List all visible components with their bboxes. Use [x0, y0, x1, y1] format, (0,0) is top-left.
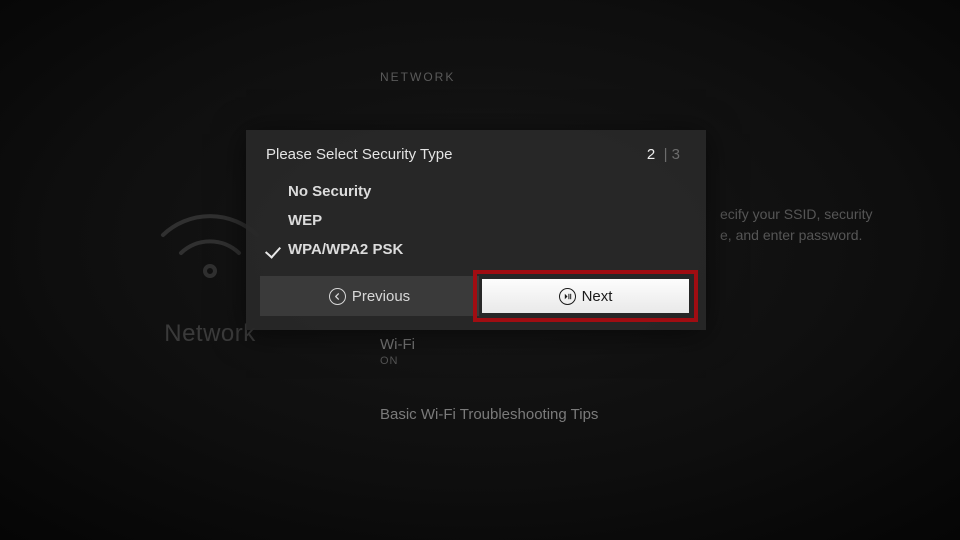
step-total: 3: [672, 146, 680, 163]
security-options-list: No Security WEP WPA/WPA2 PSK: [246, 177, 706, 276]
wifi-row-title: Wi-Fi: [380, 336, 415, 353]
dialog-title: Please Select Security Type: [266, 146, 453, 163]
troubleshooting-row[interactable]: Basic Wi-Fi Troubleshooting Tips: [380, 406, 598, 423]
security-type-dialog: Please Select Security Type 2 | 3 No Sec…: [246, 130, 706, 330]
option-wpa-wpa2-psk[interactable]: WPA/WPA2 PSK: [266, 235, 686, 264]
previous-button[interactable]: Previous: [260, 276, 479, 316]
play-pause-icon: [559, 288, 576, 305]
step-current: 2: [647, 146, 655, 163]
previous-icon: [329, 288, 346, 305]
next-button-label: Next: [582, 288, 613, 305]
page-section-header: NETWORK: [380, 70, 455, 84]
option-wep[interactable]: WEP: [266, 206, 686, 235]
next-button-highlight: Next: [479, 276, 692, 316]
step-indicator: 2 | 3: [647, 146, 680, 163]
dialog-button-row: Previous Next: [246, 276, 706, 316]
option-no-security[interactable]: No Security: [266, 177, 686, 206]
wifi-row-status: ON: [380, 355, 415, 367]
previous-button-label: Previous: [352, 288, 410, 305]
join-network-hint: ecify your SSID, security e, and enter p…: [720, 204, 950, 246]
next-button[interactable]: Next: [482, 279, 689, 313]
wifi-row[interactable]: Wi-Fi ON: [380, 336, 415, 367]
